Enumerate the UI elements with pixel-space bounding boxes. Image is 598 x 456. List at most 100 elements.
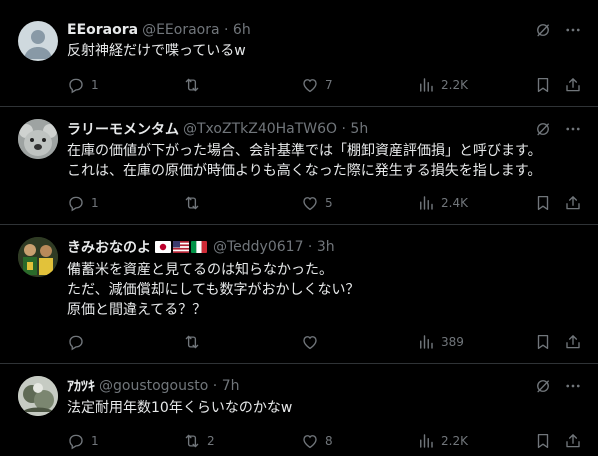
tweet-text-line: 反射神経だけで喋っているw xyxy=(67,43,246,59)
like-icon xyxy=(301,432,319,450)
repost-button[interactable]: 2 xyxy=(183,431,215,451)
reply-icon xyxy=(67,333,85,351)
action-bar: 1 7 2.2K xyxy=(67,75,586,95)
views-button[interactable]: 2.2K xyxy=(417,431,468,451)
reply-count: 1 xyxy=(91,434,99,448)
tweet-header: ｱｶﾂｷ @goustogousto · 7h xyxy=(67,376,538,396)
tweet-text: 備蓄米を資産と見てるのは知らなかった。 ただ、減価償却にしても数字がおかしくない… xyxy=(67,260,582,320)
avatar[interactable] xyxy=(18,119,58,159)
tweet-text: 法定耐用年数10年くらいなのかなw xyxy=(67,398,582,418)
repost-icon xyxy=(183,333,201,351)
author-name[interactable]: ラリーモメンタム xyxy=(67,119,179,139)
reply-button[interactable] xyxy=(67,332,91,352)
reply-button[interactable]: 1 xyxy=(67,193,99,213)
usa-flag-icon xyxy=(173,241,189,253)
views-button[interactable]: 389 xyxy=(417,332,464,352)
reply-button[interactable]: 1 xyxy=(67,431,99,451)
like-button[interactable] xyxy=(301,332,325,352)
bookmark-icon xyxy=(534,194,552,212)
author-name[interactable]: ｱｶﾂｷ xyxy=(67,376,95,396)
like-icon xyxy=(301,76,319,94)
share-button[interactable] xyxy=(564,332,588,352)
repost-button[interactable] xyxy=(183,75,207,95)
action-bar: 389 xyxy=(67,332,586,352)
grok-icon[interactable] xyxy=(534,120,552,138)
tweet-text-line: 法定耐用年数10年くらいなのかなw xyxy=(67,400,293,416)
author-name[interactable]: EEoraora xyxy=(67,22,138,38)
action-bar: 1 2 8 2.2K xyxy=(67,431,586,451)
author-meta[interactable]: @goustogousto · 7h xyxy=(99,378,239,394)
japan-flag-icon xyxy=(155,241,171,253)
reply-icon xyxy=(67,194,85,212)
tweet[interactable]: ラリーモメンタム @TxoZTkZ40HaTW6O · 5h 在庫の価値が下がっ… xyxy=(0,107,598,225)
tweet-text-line: 原価と間違えてる？？ xyxy=(67,302,207,318)
share-icon xyxy=(564,76,582,94)
tweet[interactable]: EEoraora @EEoraora · 6h 反射神経だけで喋っているw 1 … xyxy=(0,0,598,107)
timeline-feed: EEoraora @EEoraora · 6h 反射神経だけで喋っているw 1 … xyxy=(0,0,598,456)
more-icon[interactable] xyxy=(564,21,582,39)
like-count: 8 xyxy=(325,434,333,448)
tweet-header: ラリーモメンタム @TxoZTkZ40HaTW6O · 5h xyxy=(67,119,538,139)
tweet-text-line: 在庫の価値が下がった場合、会計基準では「棚卸資産評価損」と呼びます。 xyxy=(67,143,542,159)
avatar[interactable] xyxy=(18,21,58,61)
bookmark-icon xyxy=(534,76,552,94)
views-count: 2.2K xyxy=(441,78,468,92)
share-icon xyxy=(564,432,582,450)
like-icon xyxy=(301,333,319,351)
more-icon[interactable] xyxy=(564,120,582,138)
views-button[interactable]: 2.4K xyxy=(417,193,468,213)
tweet-text: 在庫の価値が下がった場合、会計基準では「棚卸資産評価損」と呼びます。 これは、在… xyxy=(67,141,582,181)
bookmark-icon xyxy=(534,432,552,450)
repost-icon xyxy=(183,76,201,94)
more-icon[interactable] xyxy=(564,377,582,395)
repost-icon xyxy=(183,432,201,450)
views-icon xyxy=(417,432,435,450)
views-count: 2.4K xyxy=(441,196,468,210)
repost-icon xyxy=(183,194,201,212)
italy-flag-icon xyxy=(191,241,207,253)
tweet-text: 反射神経だけで喋っているw xyxy=(67,41,582,61)
tweet-text-line: これは、在庫の原価が時価よりも高くなった際に発生する損失を指します。 xyxy=(67,163,542,179)
like-button[interactable]: 5 xyxy=(301,193,333,213)
bookmark-button[interactable] xyxy=(534,75,558,95)
like-icon xyxy=(301,194,319,212)
avatar[interactable] xyxy=(18,376,58,416)
author-meta[interactable]: @Teddy0617 · 3h xyxy=(213,239,335,255)
grok-icon[interactable] xyxy=(534,377,552,395)
tweet[interactable]: ｱｶﾂｷ @goustogousto · 7h 法定耐用年数10年くらいなのかな… xyxy=(0,364,598,456)
action-bar: 1 5 2.4K xyxy=(67,193,586,213)
bookmark-button[interactable] xyxy=(534,332,558,352)
views-icon xyxy=(417,76,435,94)
reply-button[interactable]: 1 xyxy=(67,75,99,95)
author-meta[interactable]: @EEoraora · 6h xyxy=(142,22,251,38)
tweet-text-line: ただ、減価償却にしても数字がおかしくない？ xyxy=(67,282,360,298)
grok-icon[interactable] xyxy=(534,21,552,39)
repost-count: 2 xyxy=(207,434,215,448)
avatar[interactable] xyxy=(18,237,58,277)
author-meta[interactable]: @TxoZTkZ40HaTW6O · 5h xyxy=(183,121,368,137)
like-button[interactable]: 8 xyxy=(301,431,333,451)
share-button[interactable] xyxy=(564,75,588,95)
tweet[interactable]: きみおなのよ @Teddy0617 · 3h 備蓄米を資産と見てるのは知らなかっ… xyxy=(0,225,598,364)
views-count: 2.2K xyxy=(441,434,468,448)
author-name[interactable]: きみおなのよ xyxy=(67,237,151,257)
views-icon xyxy=(417,194,435,212)
repost-button[interactable] xyxy=(183,193,207,213)
tweet-text-line: 備蓄米を資産と見てるのは知らなかった。 xyxy=(67,262,333,278)
views-count: 389 xyxy=(441,335,464,349)
share-icon xyxy=(564,194,582,212)
share-button[interactable] xyxy=(564,431,588,451)
reply-icon xyxy=(67,432,85,450)
reply-icon xyxy=(67,76,85,94)
like-count: 5 xyxy=(325,196,333,210)
share-button[interactable] xyxy=(564,193,588,213)
like-count: 7 xyxy=(325,78,333,92)
reply-count: 1 xyxy=(91,196,99,210)
views-button[interactable]: 2.2K xyxy=(417,75,468,95)
tweet-header: EEoraora @EEoraora · 6h xyxy=(67,20,538,40)
like-button[interactable]: 7 xyxy=(301,75,333,95)
bookmark-button[interactable] xyxy=(534,431,558,451)
repost-button[interactable] xyxy=(183,332,207,352)
bookmark-button[interactable] xyxy=(534,193,558,213)
views-icon xyxy=(417,333,435,351)
